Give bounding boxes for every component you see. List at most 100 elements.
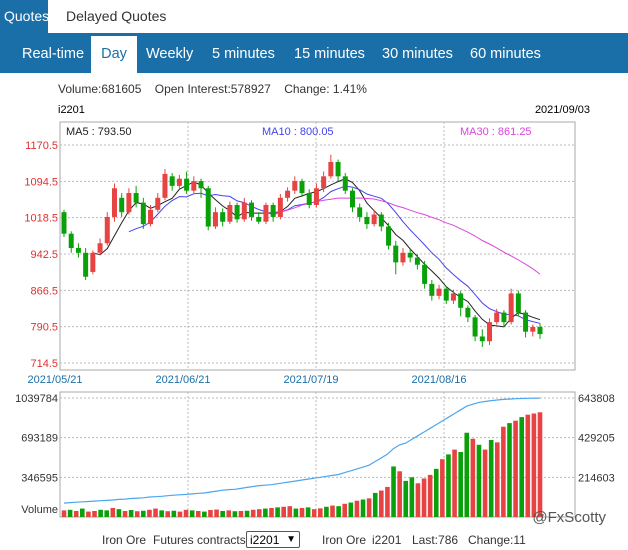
- candle-body: [342, 176, 348, 191]
- volume-bar: [427, 474, 433, 517]
- candle-body: [537, 326, 543, 335]
- candle-body: [205, 188, 211, 227]
- volume-bar: [269, 507, 274, 517]
- date-tick-label: 2021/06/21: [155, 374, 210, 386]
- candle-body: [155, 197, 161, 210]
- volume-bar: [452, 449, 457, 517]
- candle-body: [429, 283, 435, 296]
- candle-body: [530, 326, 536, 332]
- volume-bar: [336, 506, 341, 517]
- date-tick-label: 2021/08/16: [411, 374, 466, 386]
- price-tick-label: 790.5: [30, 322, 58, 334]
- volume-bar: [446, 454, 451, 517]
- candle-body: [90, 252, 96, 272]
- volume-bar: [159, 510, 164, 517]
- volume-bar: [385, 486, 390, 517]
- candle-body: [335, 161, 341, 177]
- footer-last: Last:786: [412, 533, 459, 547]
- volume-bar: [220, 510, 225, 517]
- price-panel-border: [59, 121, 576, 371]
- candle-body: [501, 312, 507, 323]
- volume-bar: [256, 509, 262, 517]
- volume-bar: [531, 413, 537, 517]
- ma-label-ma10: MA10 : 800.05: [262, 126, 334, 138]
- candle-body: [61, 212, 67, 234]
- volume-bar: [226, 510, 232, 517]
- candle-body: [184, 178, 190, 191]
- volume-bar: [372, 492, 378, 517]
- candle-body: [169, 176, 175, 186]
- candle-body: [148, 209, 154, 225]
- candle-body: [494, 312, 500, 323]
- price-tick-label: 1094.5: [24, 176, 58, 188]
- price-tick-label: 942.5: [30, 249, 58, 261]
- volume-bar: [281, 506, 286, 517]
- candle-body: [364, 216, 370, 225]
- ma-label-ma30: MA30 : 861.25: [460, 126, 532, 138]
- candle-body: [263, 204, 269, 222]
- volume-bar: [488, 439, 494, 517]
- candle-body: [515, 293, 521, 313]
- volume-bar: [305, 507, 311, 517]
- footer-commodity: Iron Ore: [102, 533, 147, 547]
- volume-bar: [61, 510, 67, 517]
- volume-bar: [458, 452, 463, 517]
- volume-bar: [238, 510, 244, 517]
- volume-left-tick-label: 346595: [21, 472, 58, 484]
- date-tick-label: 2021/07/19: [283, 374, 338, 386]
- candle-body: [256, 216, 262, 222]
- volume-bar: [348, 502, 354, 517]
- candle-body: [227, 204, 233, 222]
- volume-bar: [299, 507, 305, 517]
- volume-bar: [324, 506, 329, 517]
- volume-bar: [433, 468, 439, 517]
- candle-body: [220, 212, 226, 222]
- volume-bar: [214, 509, 219, 517]
- footer-change: Change:11: [468, 533, 526, 547]
- volume-bar: [537, 412, 543, 517]
- chevron-down-icon: ▼: [286, 534, 296, 545]
- footer-commodity-2: Iron Ore: [322, 533, 367, 547]
- candle-body: [443, 288, 449, 301]
- volume-right-tick-label: 214603: [578, 472, 615, 484]
- date-tick-label: 2021/05/21: [27, 374, 82, 386]
- volume-bar: [122, 510, 128, 517]
- volume-bar: [287, 506, 293, 517]
- candle-body: [357, 207, 363, 217]
- footer-bar: Iron Ore Futures contracts i2201 ▼ Iron …: [0, 531, 628, 550]
- candle-body: [126, 193, 132, 213]
- volume-left-tick-label: 1039784: [15, 393, 58, 405]
- volume-bar: [208, 510, 213, 517]
- volume-bar: [104, 510, 110, 517]
- volume-bar: [128, 510, 134, 517]
- candle-body: [285, 190, 291, 198]
- volume-bar: [342, 503, 348, 517]
- candle-body: [270, 204, 276, 217]
- candle-body: [97, 243, 103, 253]
- footer-code: i2201: [372, 533, 402, 547]
- volume-chart-area: 1039784 693189 346595 643808 429205 214603 Vol…: [15, 391, 615, 518]
- volume-bar: [293, 508, 299, 517]
- volume-bar: [263, 508, 268, 517]
- volume-bar: [195, 510, 201, 517]
- candle-body: [407, 252, 413, 258]
- candle-body: [349, 190, 355, 208]
- contract-select[interactable]: i2201 ▼: [246, 531, 300, 548]
- volume-bar: [250, 509, 256, 517]
- candle-body: [450, 293, 456, 301]
- volume-bar: [513, 420, 518, 517]
- volume-bar: [177, 511, 183, 517]
- candle-body: [111, 188, 117, 217]
- candle-body: [75, 248, 81, 253]
- candle-body: [104, 216, 110, 244]
- price-chart-area: 1170.5 1094.5 1018.5 942.5 866.5 790.5 714.5 20…: [24, 121, 576, 386]
- volume-bar: [73, 510, 79, 517]
- volume-bar: [165, 511, 171, 517]
- volume-bar: [311, 509, 317, 517]
- candle-body: [422, 264, 428, 284]
- volume-bar: [330, 505, 335, 517]
- volume-bar: [275, 507, 280, 517]
- volume-bar: [244, 510, 250, 517]
- candle-body: [386, 226, 392, 246]
- volume-bar: [482, 449, 488, 517]
